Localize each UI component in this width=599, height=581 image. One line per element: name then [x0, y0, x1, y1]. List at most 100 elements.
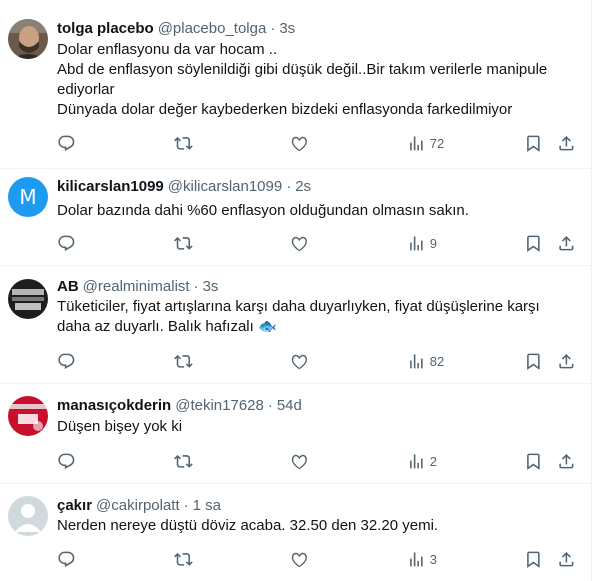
like-button[interactable]: [290, 351, 309, 371]
views-button[interactable]: 9: [407, 233, 437, 253]
avatar[interactable]: [8, 396, 48, 436]
tweet-line: Nerden nereye düştü döviz acaba. 32.50 d…: [57, 517, 439, 534]
tweet[interactable]: manasıçokderin @tekin17628 · 54d Düşen bişe…: [0, 384, 591, 484]
views-button[interactable]: 72: [407, 133, 444, 153]
bookmark-button[interactable]: [524, 233, 543, 253]
avatar[interactable]: [8, 496, 48, 536]
avatar-letter: M: [19, 185, 37, 209]
share-button[interactable]: [557, 451, 576, 471]
user-handle[interactable]: @kilicarslan1099: [168, 178, 282, 195]
retweet-button[interactable]: [174, 451, 193, 471]
display-name[interactable]: tolga placebo: [57, 20, 154, 37]
user-handle[interactable]: @cakirpolatt: [96, 497, 180, 514]
reply-icon: [58, 235, 75, 251]
action-bar: 82: [57, 351, 577, 371]
tweet-line: Abd de enflasyon söylenildiği gibi düşük…: [57, 61, 548, 98]
like-button[interactable]: [290, 233, 309, 253]
tweet-text: Düşen bişey yok ki: [57, 417, 577, 437]
tweet-text: Dolar bazında dahi %60 enflasyon olduğun…: [57, 201, 577, 221]
separator-dot: ·: [267, 397, 273, 414]
share-icon: [559, 235, 574, 251]
bookmark-icon: [527, 551, 540, 568]
tweet-text: Dolar enflasyonu da var hocam .. Abd de …: [57, 40, 577, 120]
bookmark-button[interactable]: [524, 451, 543, 471]
tweet[interactable]: tolga placebo @placebo_tolga · 3s Dolar enf…: [0, 0, 591, 169]
retweet-icon: [174, 136, 193, 150]
avatar[interactable]: [8, 19, 48, 59]
tweet-text: Nerden nereye düştü döviz acaba. 32.50 d…: [57, 516, 577, 536]
tweet-header: kilicarslan1099 @kilicarslan1099 · 2s: [57, 177, 311, 197]
tweet-line: Tüketiciler, fiyat artışlarına karşı dah…: [57, 298, 540, 335]
tweet-header: AB @realminimalist · 3s: [57, 277, 218, 297]
share-icon: [559, 135, 574, 151]
bookmark-button[interactable]: [524, 133, 543, 153]
reply-icon: [58, 453, 75, 469]
tweet[interactable]: M kilicarslan1099 @kilicarslan1099 · 2s Dol…: [0, 169, 591, 266]
display-name[interactable]: çakır: [57, 497, 92, 514]
share-button[interactable]: [557, 133, 576, 153]
retweet-icon: [174, 354, 193, 368]
separator-dot: ·: [193, 278, 199, 295]
user-handle[interactable]: @realminimalist: [83, 278, 190, 295]
tweet-header: tolga placebo @placebo_tolga · 3s: [57, 19, 295, 39]
timestamp[interactable]: 3s: [279, 20, 295, 37]
display-name[interactable]: kilicarslan1099: [57, 178, 164, 195]
avatar[interactable]: [8, 279, 48, 319]
like-icon: [291, 454, 307, 469]
views-count: 9: [429, 235, 437, 251]
share-icon: [559, 353, 574, 369]
reply-button[interactable]: [57, 351, 76, 371]
share-icon: [559, 453, 574, 469]
avatar[interactable]: M: [8, 177, 48, 217]
timestamp[interactable]: 2s: [295, 178, 311, 195]
reply-button[interactable]: [57, 451, 76, 471]
like-button[interactable]: [290, 549, 309, 569]
reply-icon: [58, 353, 75, 369]
bookmark-icon: [527, 353, 540, 370]
bookmark-icon: [527, 235, 540, 252]
display-name[interactable]: AB: [57, 278, 79, 295]
tweet-line: Dünyada dolar değer kaybederken bizdeki …: [57, 101, 513, 118]
like-icon: [291, 236, 307, 251]
reply-button[interactable]: [57, 133, 76, 153]
retweet-button[interactable]: [174, 351, 193, 371]
like-button[interactable]: [290, 133, 309, 153]
bookmark-icon: [527, 453, 540, 470]
reply-button[interactable]: [57, 233, 76, 253]
views-icon: [410, 551, 423, 567]
retweet-icon: [174, 552, 193, 566]
views-count: 82: [429, 353, 445, 369]
share-button[interactable]: [557, 351, 576, 371]
tweet[interactable]: çakır @cakirpolatt · 1 sa Nerden nereye düş…: [0, 484, 591, 581]
user-handle[interactable]: @placebo_tolga: [158, 20, 267, 37]
timestamp[interactable]: 54d: [277, 397, 302, 414]
like-icon: [291, 552, 307, 567]
bookmark-button[interactable]: [524, 351, 543, 371]
separator-dot: ·: [286, 178, 292, 195]
retweet-button[interactable]: [174, 133, 193, 153]
timestamp[interactable]: 3s: [203, 278, 219, 295]
retweet-button[interactable]: [174, 549, 193, 569]
retweet-button[interactable]: [174, 233, 193, 253]
action-bar: 3: [57, 549, 577, 569]
views-button[interactable]: 2: [407, 451, 437, 471]
views-icon: [410, 353, 423, 369]
views-icon: [410, 135, 423, 151]
views-button[interactable]: 82: [407, 351, 444, 371]
action-bar: 9: [57, 233, 577, 253]
reply-icon: [58, 135, 75, 151]
user-handle[interactable]: @tekin17628: [175, 397, 264, 414]
like-button[interactable]: [290, 451, 309, 471]
share-button[interactable]: [557, 233, 576, 253]
bookmark-icon: [527, 135, 540, 152]
reply-button[interactable]: [57, 549, 76, 569]
views-button[interactable]: 3: [407, 549, 437, 569]
bookmark-button[interactable]: [524, 549, 543, 569]
like-icon: [291, 354, 307, 369]
display-name[interactable]: manasıçokderin: [57, 397, 171, 414]
tweet[interactable]: AB @realminimalist · 3s Tüketiciler, fiyat …: [0, 266, 591, 384]
timestamp[interactable]: 1 sa: [193, 497, 221, 514]
retweet-icon: [174, 454, 193, 468]
separator-dot: ·: [270, 20, 276, 37]
share-button[interactable]: [557, 549, 576, 569]
